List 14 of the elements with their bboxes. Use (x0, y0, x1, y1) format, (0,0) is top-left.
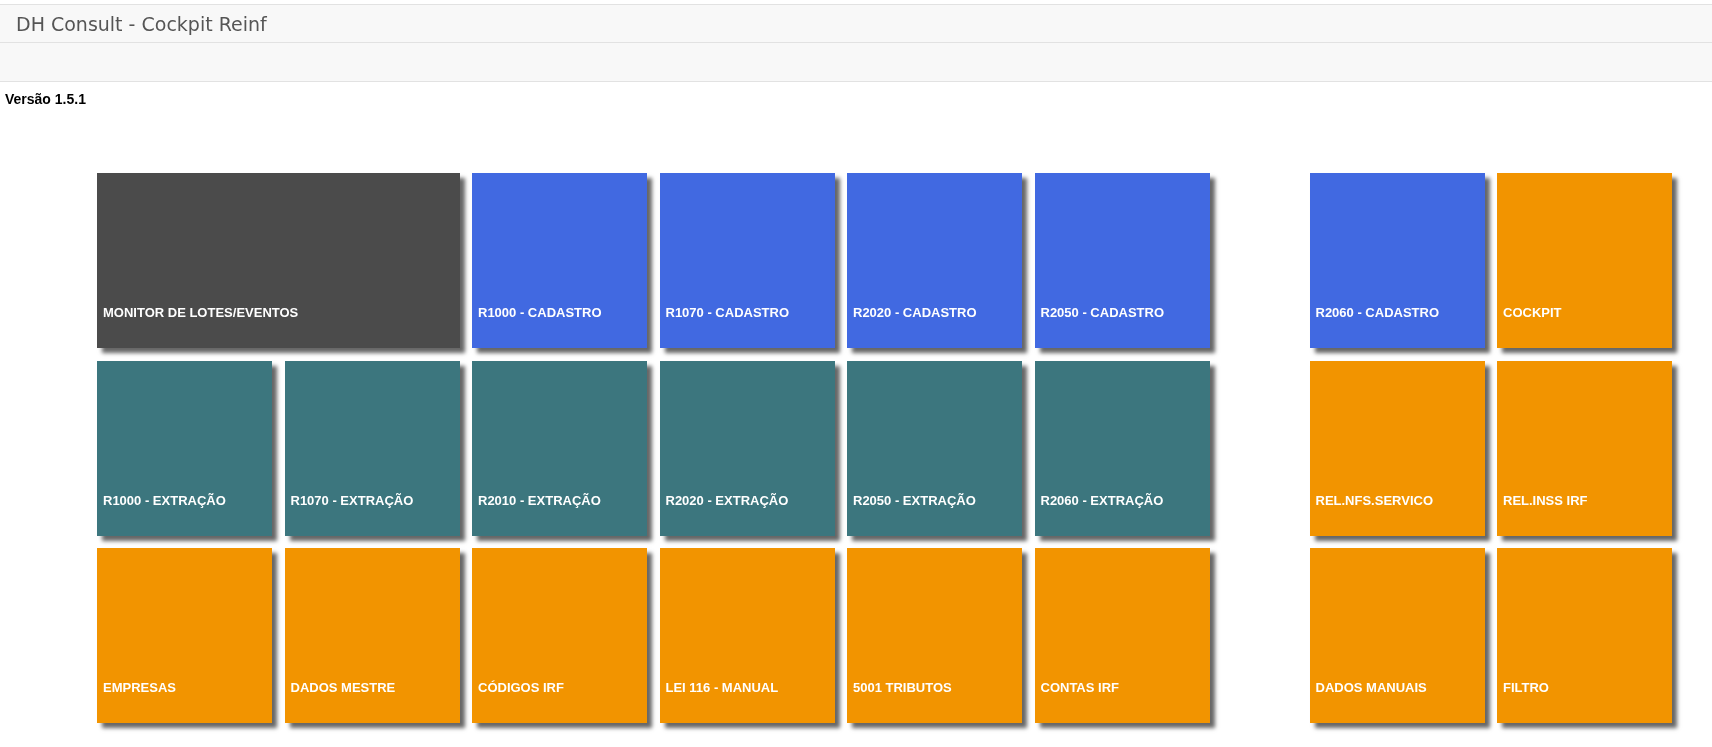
tile-button[interactable]: R2050 - EXTRAÇÃO (847, 360, 1022, 536)
tile-button[interactable]: R1070 - CADASTRO (659, 173, 835, 348)
tile-button[interactable]: R2010 - EXTRAÇÃO (472, 360, 647, 536)
tile-button[interactable]: R2060 - CADASTRO (1309, 173, 1485, 348)
tile-button[interactable]: R2020 - EXTRAÇÃO (659, 360, 835, 536)
tile-button[interactable]: R1000 - CADASTRO (472, 173, 647, 348)
tile-button[interactable]: R1000 - EXTRAÇÃO (97, 360, 272, 536)
tile-button[interactable]: R2050 - CADASTRO (1034, 173, 1210, 348)
window-title: DH Consult - Cockpit Reinf (16, 12, 267, 35)
tile-button[interactable]: R1070 - EXTRAÇÃO (284, 360, 460, 536)
tile-button[interactable]: R2060 - EXTRAÇÃO (1034, 360, 1210, 536)
tile-button[interactable]: MONITOR DE LOTES/EVENTOS (97, 173, 460, 348)
version-label: Versão 1.5.1 (4, 90, 87, 109)
tile-button[interactable]: R2020 - CADASTRO (847, 173, 1022, 348)
